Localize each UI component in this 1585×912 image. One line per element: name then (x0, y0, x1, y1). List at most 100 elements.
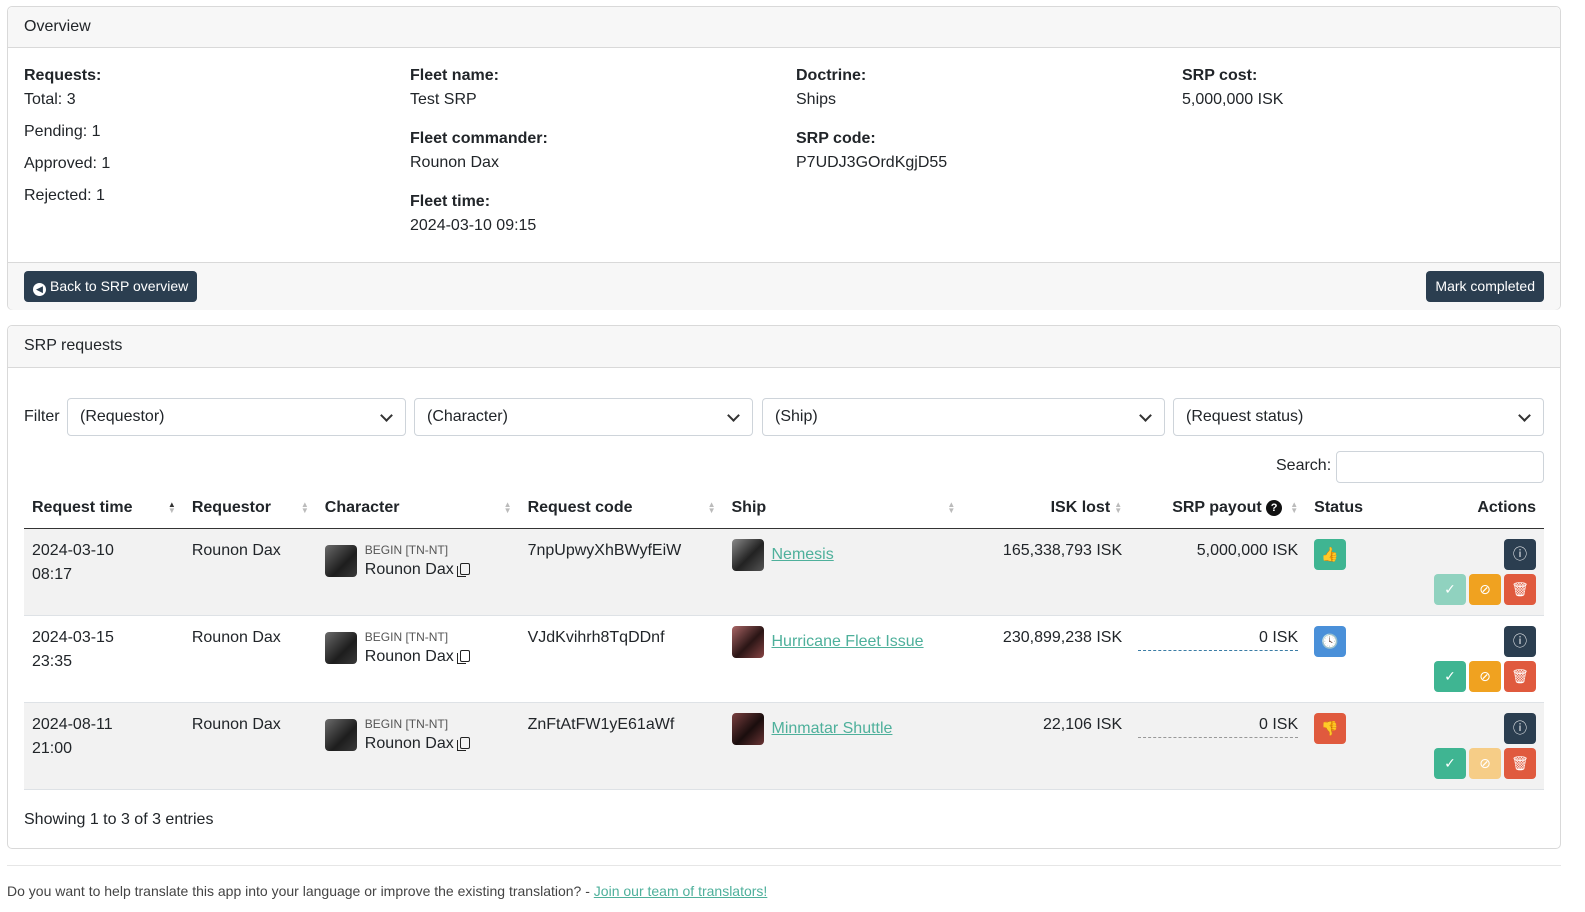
search-label: Search: (1276, 457, 1332, 474)
col-request-time[interactable]: Request time ▲ ▼ (24, 488, 184, 529)
check-icon: ✓ (1444, 754, 1456, 771)
table-header-row: Request time ▲ ▼ Requestor ▲ ▼ Character ▲ ▼ R… (24, 488, 1544, 529)
requests-pending: Pending: 1 (24, 123, 101, 140)
ban-icon: ⊘ (1479, 580, 1491, 597)
approve-button[interactable]: ✓ (1434, 747, 1466, 779)
info-icon: ⓘ (1513, 632, 1527, 649)
status-cell: 🕓 (1306, 615, 1386, 703)
request-time-cell: 2024-08-11 21:00 (24, 702, 184, 790)
sort-icon: ▲ ▼ (503, 500, 512, 515)
filter-requestor-value: (Requestor) (80, 408, 165, 425)
corporation-name: BEGIN [TN-NT] (364, 629, 449, 644)
ship-link[interactable]: Nemesis (772, 543, 834, 567)
check-icon: ✓ (1444, 580, 1456, 597)
actions-cell: ⓘ ✓ ⊘ 🗑 (1385, 702, 1544, 790)
editable-payout[interactable]: 0 ISK (1138, 713, 1299, 738)
ship-cell: Minmatar Shuttle (723, 702, 964, 790)
srp-payout-cell[interactable]: 0 ISK (1130, 702, 1307, 790)
ship-image (731, 538, 764, 571)
actions-cell: ⓘ ✓ ⊘ 🗑 (1385, 615, 1544, 703)
help-circle-icon[interactable]: ? (1266, 499, 1283, 516)
info-button[interactable]: ⓘ (1504, 625, 1536, 657)
requestor-cell: Rounon Dax (183, 702, 317, 790)
filter-status-value: (Request status) (1186, 408, 1304, 425)
col-character[interactable]: Character ▲ ▼ (316, 488, 520, 529)
fleet-time-label: Fleet time: (410, 193, 491, 210)
srp-code-label: SRP code: (796, 130, 876, 147)
srp-cost-info: SRP cost: 5,000,000 ISK (1182, 64, 1562, 127)
table-info: Showing 1 to 3 of 3 entries (24, 811, 214, 828)
translation-footer: Do you want to help translate this app i… (7, 883, 767, 899)
srp-cost-label: SRP cost: (1182, 67, 1258, 84)
fleet-time-value: 2024-03-10 09:15 (410, 217, 537, 234)
filter-ship-select[interactable]: (Ship) (762, 398, 1165, 436)
info-icon: ⓘ (1513, 545, 1527, 562)
col-request-code[interactable]: Request code ▲ ▼ (519, 488, 724, 529)
status-cell: 👍 (1306, 528, 1386, 616)
arrow-left-circle-icon: ◀ (33, 283, 46, 296)
approve-button[interactable]: ✓ (1434, 573, 1466, 605)
info-button[interactable]: ⓘ (1504, 712, 1536, 744)
chevron-down-icon (1518, 409, 1531, 422)
srp-payout-cell[interactable]: 0 ISK (1130, 615, 1307, 703)
back-to-srp-overview-button[interactable]: ◀ Back to SRP overview (24, 271, 198, 302)
ship-link[interactable]: Minmatar Shuttle (772, 717, 893, 741)
info-icon: ⓘ (1513, 719, 1527, 736)
mark-completed-button[interactable]: Mark completed (1426, 271, 1544, 302)
request-code-cell: ZnFtAtFW1yE61aWf (519, 702, 724, 790)
filter-character-select[interactable]: (Character) (414, 398, 753, 436)
copy-icon[interactable] (456, 736, 470, 751)
requests-approved: Approved: 1 (24, 155, 111, 172)
trash-icon: 🗑 (1511, 667, 1529, 684)
ship-image (731, 625, 764, 658)
chevron-down-icon (1139, 409, 1152, 422)
overview-header: Overview (8, 7, 1560, 48)
character-avatar (324, 718, 357, 751)
reject-button[interactable]: ⊘ (1469, 747, 1501, 779)
delete-button[interactable]: 🗑 (1504, 660, 1536, 692)
doctrine-label: Doctrine: (796, 67, 867, 84)
delete-button[interactable]: 🗑 (1504, 747, 1536, 779)
character-avatar (324, 631, 357, 664)
approve-button[interactable]: ✓ (1434, 660, 1466, 692)
sort-icon: ▲ ▼ (300, 500, 309, 515)
filter-requestor-select[interactable]: (Requestor) (67, 398, 406, 436)
ship-link[interactable]: Hurricane Fleet Issue (772, 630, 924, 654)
filter-status-select[interactable]: (Request status) (1173, 398, 1544, 436)
character-name: Rounon Dax (364, 734, 454, 752)
character-cell: BEGIN [TN-NT] Rounon Dax (316, 528, 520, 616)
col-isk-lost[interactable]: ISK lost ▲ ▼ (963, 488, 1131, 529)
clock-icon: 🕓 (1314, 625, 1347, 657)
delete-button[interactable]: 🗑 (1504, 573, 1536, 605)
filter-label: Filter (24, 408, 60, 425)
translators-link[interactable]: Join our team of translators! (594, 883, 768, 899)
isk-lost-cell: 165,338,793 ISK (963, 528, 1131, 616)
ship-image (731, 712, 764, 745)
doctrine-info: Doctrine: Ships SRP code: P7UDJ3GOrdKgjD… (796, 64, 1176, 190)
sort-icon: ▲ ▼ (1114, 500, 1123, 515)
overview-footer: ◀ Back to SRP overview Mark completed (8, 262, 1560, 310)
col-srp-payout[interactable]: SRP payout ? ▲ ▼ (1130, 488, 1307, 529)
requestor-cell: Rounon Dax (183, 528, 317, 616)
copy-icon[interactable] (456, 649, 470, 664)
filter-ship-value: (Ship) (775, 408, 818, 425)
corporation-name: BEGIN [TN-NT] (364, 542, 449, 557)
table-row: 2024-08-11 21:00 Rounon Dax BEGIN [TN-NT]… (24, 702, 1544, 790)
requests-summary: Requests: Total: 3 Pending: 1 Approved: … (24, 64, 404, 216)
ban-icon: ⊘ (1479, 667, 1491, 684)
sort-icon: ▲ ▼ (1290, 500, 1299, 515)
srp-payout-cell: 5,000,000 ISK (1130, 528, 1307, 616)
footer-text: Do you want to help translate this app i… (7, 883, 594, 899)
request-code-cell: 7npUpwyXhBWyfEiW (519, 528, 724, 616)
copy-icon[interactable] (456, 562, 470, 577)
col-requestor[interactable]: Requestor ▲ ▼ (183, 488, 317, 529)
info-button[interactable]: ⓘ (1504, 538, 1536, 570)
overview-card: Overview Requests: Total: 3 Pending: 1 A… (7, 6, 1561, 310)
reject-button[interactable]: ⊘ (1469, 573, 1501, 605)
col-ship[interactable]: Ship ▲ ▼ (723, 488, 964, 529)
editable-payout[interactable]: 0 ISK (1138, 626, 1299, 651)
requests-label: Requests: (24, 67, 102, 84)
reject-button[interactable]: ⊘ (1469, 660, 1501, 692)
search-input[interactable] (1336, 451, 1544, 483)
sort-icon: ▲ ▼ (947, 500, 956, 515)
